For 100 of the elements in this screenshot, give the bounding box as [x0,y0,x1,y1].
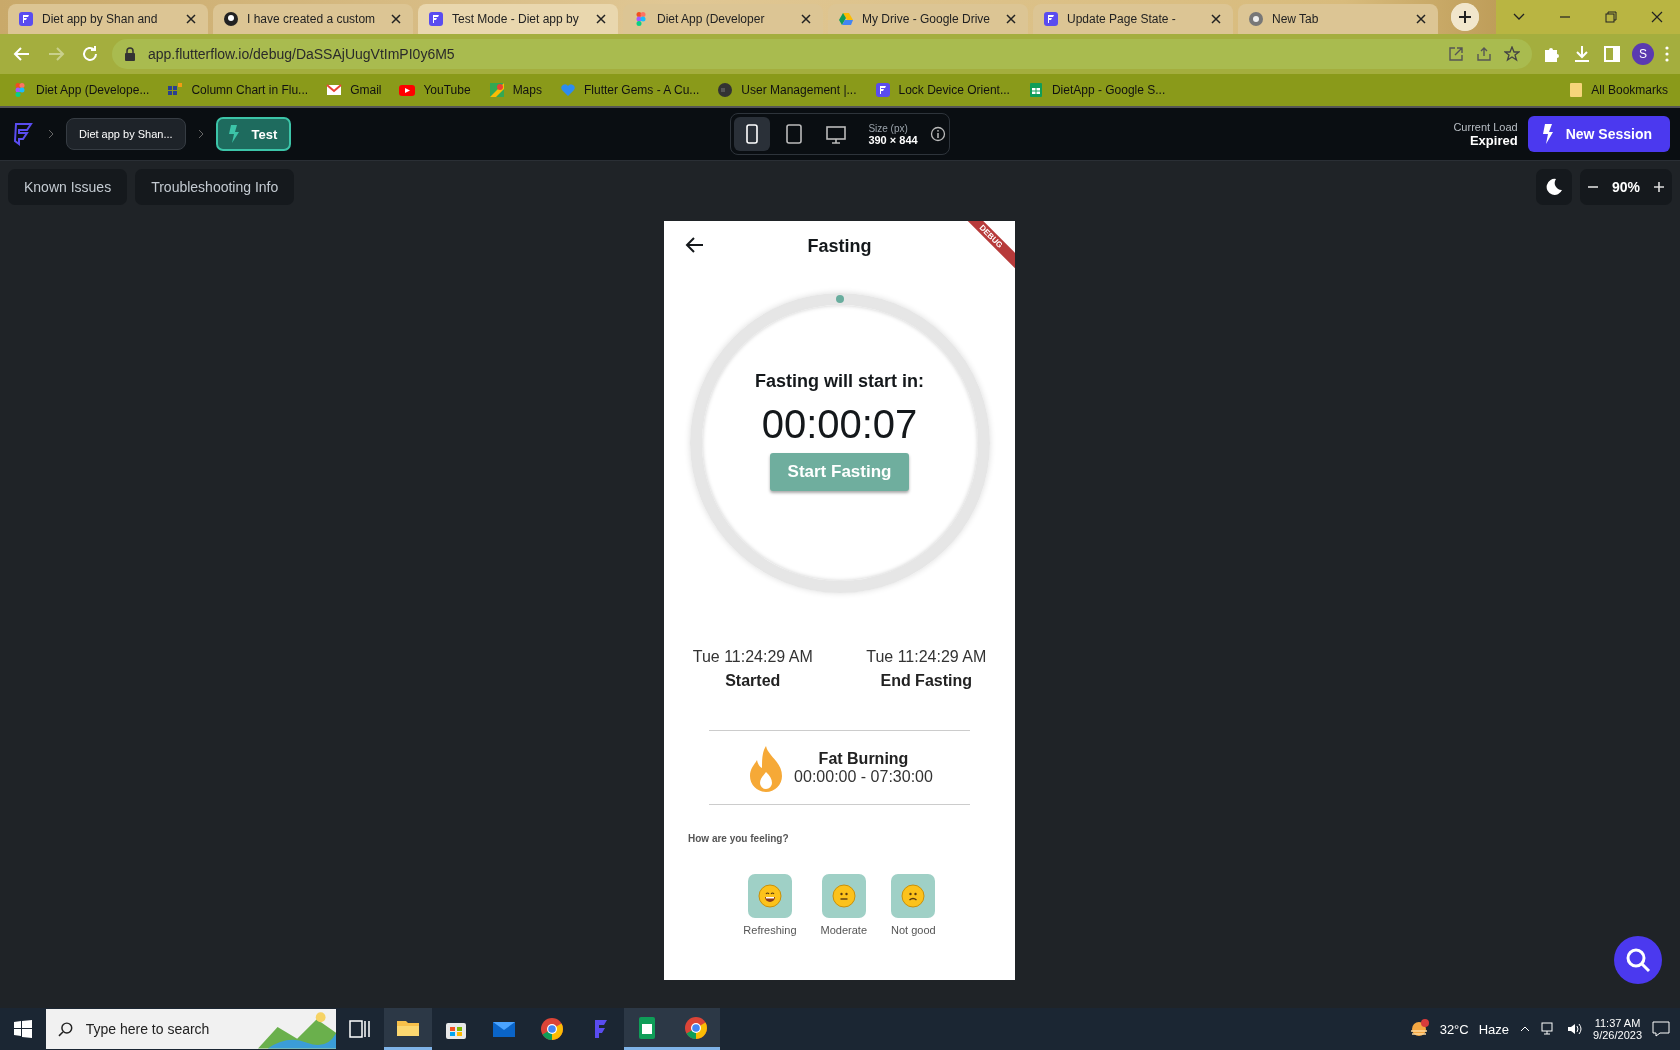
site-icon [428,11,444,27]
desktop-icon [825,123,848,145]
site-icon [874,82,891,98]
countdown-label: Fasting will start in: [755,371,924,392]
chrome-icon[interactable] [539,1016,565,1042]
profile-avatar[interactable]: S [1632,43,1654,65]
time-text: Tue 11:24:29 AM [866,648,987,666]
url-text: app.flutterflow.io/debug/DaSSAjUugVtImPI0y6M5 [148,46,456,62]
bookmark-item[interactable]: DietApp - Google S... [1027,82,1166,98]
site-icon [559,82,576,98]
search-icon [58,1021,74,1037]
mood-button[interactable] [821,874,866,918]
search-field[interactable]: Type here to search [83,1020,248,1038]
countdown-timer: 00:00:07 [761,402,918,447]
clock-time: 11:37 AM [1594,1017,1641,1029]
browser-tab[interactable]: Diet app by Shan and [8,4,208,34]
time-text: Tue 11:24:29 AM [692,648,813,666]
info-icon[interactable] [929,126,946,142]
site-icon [18,11,34,27]
bookmark-item[interactable]: YouTube [399,82,471,98]
mood-label: Refreshing [743,924,797,936]
browser-tab[interactable]: Test Mode - Diet app by [418,4,618,34]
open-external-icon[interactable] [1448,46,1464,62]
lightning-icon [227,125,240,143]
close-icon[interactable] [1004,12,1018,26]
size-value: 390 × 844 [868,133,918,146]
notification-icon[interactable] [1652,1021,1670,1037]
phase-range: 00:00:00 - 07:30:00 [794,767,933,786]
moon-icon [1544,178,1563,196]
site-icon [488,82,505,98]
screen-title: Fasting [807,235,872,257]
toolbar-button[interactable]: Known Issues [8,169,128,205]
clock-date: 9/26/2023 [1593,1029,1642,1041]
close-icon[interactable] [1414,12,1428,26]
taskbar-app-button[interactable] [672,1008,720,1050]
zoom-level: 90% [1611,179,1640,195]
close-icon[interactable] [389,12,403,26]
site-icon [167,82,184,98]
bookmark-item[interactable]: Lock Device Orient... [874,82,1010,98]
browser-tab[interactable]: New Tab [1238,4,1438,34]
browser-tab[interactable]: Update Page State - [1033,4,1233,34]
close-icon[interactable] [594,12,608,26]
theme-toggle[interactable] [1535,169,1572,205]
bookmark-item[interactable]: Diet App (Develope... [12,82,150,98]
toolbar-button[interactable]: Troubleshooting Info [135,169,295,205]
windows-icon[interactable] [14,1020,32,1038]
site-icon [838,11,854,27]
site-icon [1248,11,1264,27]
folder-icon [1569,82,1584,98]
emoji-icon [757,884,782,908]
time-label: End Fasting [880,672,972,690]
time-label: Started [725,672,781,690]
lock-icon [124,47,136,61]
taskbar-search-bar[interactable]: Type here to search [46,1009,336,1049]
taskbar-app-button[interactable] [624,1008,672,1050]
star-icon[interactable] [1504,46,1520,62]
feeling-prompt: How are you feeling? [688,833,790,844]
site-icon [1027,82,1044,98]
bookmark-item[interactable]: User Management |... [717,82,857,98]
mood-button[interactable] [747,874,792,918]
bookmark-item[interactable]: Gmail [326,82,382,98]
mood-label: Moderate [820,924,867,936]
site-icon [326,82,343,98]
phone-view-button[interactable] [734,117,771,151]
chevron-icon [46,129,56,139]
progress-dot [835,295,844,303]
address-bar[interactable]: app.flutterflow.io/debug/DaSSAjUugVtImPI0y6M5 [112,39,1532,69]
mood-label: Not good [891,924,936,936]
current-load-label: Current Load [1453,120,1518,133]
weather-text: Haze [1478,1021,1510,1037]
lightning-icon [1541,124,1554,144]
new-tab-icon[interactable] [1451,3,1479,31]
search-button[interactable] [1614,936,1662,984]
close-icon[interactable] [184,12,198,26]
chrome-icon[interactable] [683,1014,709,1041]
project-button[interactable]: Diet app by Shan... [66,118,186,150]
all-bookmarks-link[interactable]: All Bookmarks [1569,82,1668,98]
phase-name: Fat Burning [818,749,909,768]
site-icon [717,82,734,98]
browser-tab[interactable]: My Drive - Google Drive [828,4,1028,34]
site-icon [1043,11,1059,27]
bookmark-item[interactable]: Maps [488,82,542,98]
close-icon[interactable] [1209,12,1223,26]
mood-button[interactable] [891,874,936,918]
emoji-icon [901,884,926,908]
zoom-in-icon[interactable] [1652,180,1666,194]
site-icon [399,82,416,98]
site-icon [223,11,239,27]
test-mode-button[interactable]: Test [215,117,292,151]
emoji-icon [831,884,856,908]
taskbar-app-button[interactable] [384,1008,432,1050]
share-icon[interactable] [1476,46,1492,62]
volume-icon[interactable] [1567,1022,1584,1036]
search-icon [1624,946,1652,974]
new-session-button[interactable]: New Session [1527,116,1670,152]
temperature: 32°C [1439,1021,1469,1037]
bookmark-item[interactable]: Column Chart in Flu... [167,82,309,98]
bookmark-item[interactable]: Flutter Gems - A Cu... [559,82,700,98]
close-icon[interactable] [799,12,813,26]
browser-tab[interactable]: I have created a custom [213,4,413,34]
